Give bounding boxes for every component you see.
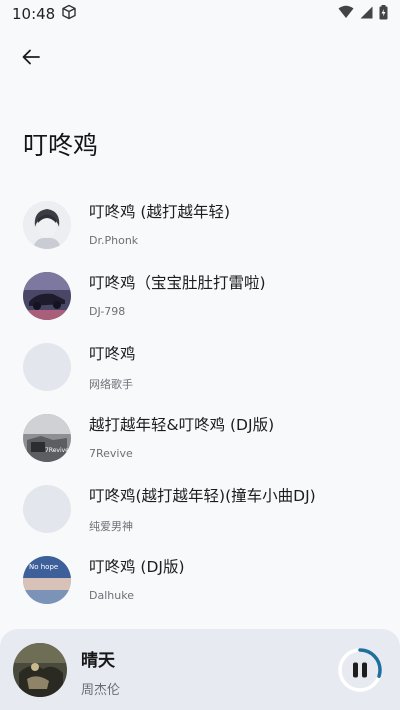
cover-text: 7Revive — [45, 447, 69, 454]
now-playing-title: 晴天 — [81, 651, 115, 671]
song-artist: DJ-798 — [89, 305, 126, 318]
now-playing-cover — [13, 643, 67, 697]
album-cover-placeholder — [23, 343, 71, 391]
song-artist: 7Revive — [89, 447, 133, 460]
song-artist: Dr.Phonk — [89, 234, 139, 247]
pause-icon — [353, 662, 367, 678]
cover-text: No hope — [29, 563, 58, 571]
cube-icon — [61, 4, 77, 24]
song-artist: Dalhuke — [89, 589, 134, 602]
song-item[interactable]: 7Revive 越打越年轻&叮咚鸡 (DJ版) 7Revive — [0, 403, 400, 474]
song-title: 叮咚鸡（宝宝肚肚打雷啦) — [89, 274, 266, 292]
album-cover: 7Revive — [23, 414, 71, 462]
status-bar: 10:48 — [0, 0, 400, 28]
song-artist: 纯爱男神 — [89, 520, 133, 533]
page-title: 叮咚鸡 — [23, 131, 99, 160]
album-cover: No hope — [23, 556, 71, 604]
status-time: 10:48 — [12, 5, 56, 23]
song-title: 越打越年轻&叮咚鸡 (DJ版) — [89, 416, 275, 434]
signal-icon — [360, 5, 373, 23]
song-item[interactable]: 叮咚鸡（宝宝肚肚打雷啦) DJ-798 — [0, 261, 400, 332]
song-item[interactable]: No hope 叮咚鸡 (DJ版) Dalhuke — [0, 545, 400, 616]
album-cover-placeholder — [23, 485, 71, 533]
album-cover — [23, 201, 71, 249]
song-title: 叮咚鸡 (越打越年轻) — [89, 203, 231, 221]
pause-button[interactable] — [336, 646, 384, 694]
battery-icon — [379, 4, 388, 24]
arrow-left-icon — [21, 47, 41, 71]
song-title: 叮咚鸡 (DJ版) — [89, 558, 185, 576]
song-artist: 网络歌手 — [89, 378, 133, 391]
song-item[interactable]: 叮咚鸡 网络歌手 — [0, 332, 400, 403]
album-cover — [23, 272, 71, 320]
wifi-icon — [338, 5, 354, 23]
song-title: 叮咚鸡 — [89, 345, 136, 363]
song-list: 叮咚鸡 (越打越年轻) Dr.Phonk 叮咚鸡（宝宝肚肚打雷啦) DJ-798… — [0, 190, 400, 616]
song-item[interactable]: 叮咚鸡 (越打越年轻) Dr.Phonk — [0, 190, 400, 261]
song-item[interactable]: 叮咚鸡(越打越年轻)(撞车小曲DJ) 纯爱男神 — [0, 474, 400, 545]
now-playing-artist: 周杰伦 — [81, 683, 121, 698]
mini-player[interactable]: 晴天 周杰伦 — [0, 629, 400, 710]
song-title: 叮咚鸡(越打越年轻)(撞车小曲DJ) — [89, 487, 316, 505]
back-button[interactable] — [14, 42, 48, 76]
